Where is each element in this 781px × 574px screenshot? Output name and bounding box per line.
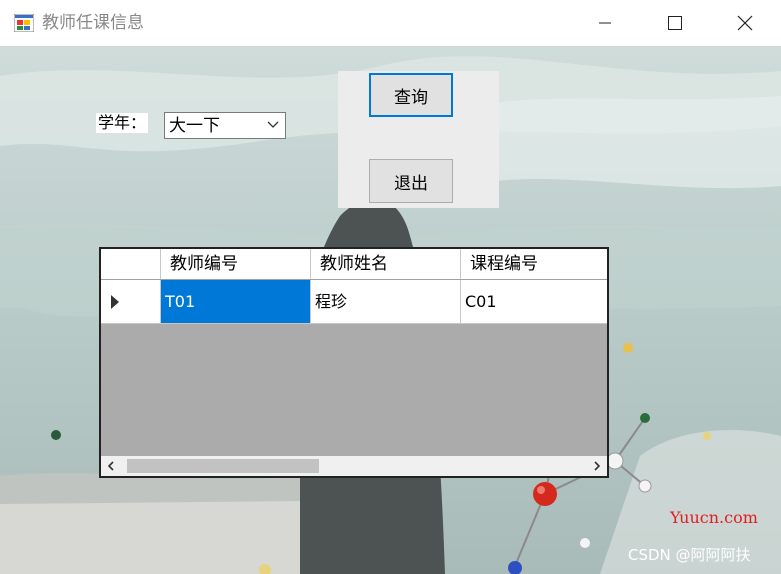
cell-teacher-id[interactable]: T01 <box>161 280 311 324</box>
grid-corner-cell[interactable] <box>101 249 161 279</box>
window-title: 教师任课信息 <box>42 13 144 33</box>
csdn-watermark: CSDN @阿阿阿扶 <box>628 546 751 564</box>
table-row[interactable]: T01 程珍 C01 <box>101 280 607 324</box>
site-watermark: Yuucn.com <box>670 508 758 527</box>
scroll-right-button[interactable] <box>587 456 607 476</box>
chevron-down-icon <box>267 121 279 128</box>
close-button[interactable] <box>710 0 780 46</box>
cell-teacher-name[interactable]: 程珍 <box>311 280 461 324</box>
grid-header: 教师编号 教师姓名 课程编号 <box>101 249 607 280</box>
query-button[interactable]: 查询 <box>369 73 453 117</box>
data-grid[interactable]: 教师编号 教师姓名 课程编号 T01 程珍 C01 <box>99 247 609 478</box>
button-panel: 查询 退出 <box>338 71 499 208</box>
column-header-teacher-id[interactable]: 教师编号 <box>161 249 311 279</box>
main-window: 教师任课信息 学年： 大一下 查询 退出 教师编号 教师姓名 课程编号 T01 … <box>0 0 781 574</box>
maximize-icon <box>668 16 682 30</box>
year-combobox[interactable]: 大一下 <box>164 112 286 139</box>
title-bar[interactable]: 教师任课信息 <box>0 0 781 46</box>
column-header-course-id[interactable]: 课程编号 <box>461 249 607 279</box>
year-combobox-value: 大一下 <box>169 116 220 136</box>
scroll-left-button[interactable] <box>101 456 121 476</box>
column-header-teacher-name[interactable]: 教师姓名 <box>311 249 461 279</box>
current-row-pointer-icon <box>111 295 119 309</box>
maximize-button[interactable] <box>640 0 710 46</box>
chevron-left-icon <box>107 461 114 471</box>
app-window-icon <box>14 14 34 32</box>
cell-course-id[interactable]: C01 <box>461 280 607 324</box>
scrollbar-thumb[interactable] <box>127 459 319 473</box>
row-header[interactable] <box>101 280 161 324</box>
horizontal-scrollbar[interactable] <box>101 456 607 476</box>
year-label: 学年： <box>96 113 149 133</box>
form-client-area: 学年： 大一下 查询 退出 教师编号 教师姓名 课程编号 T01 程珍 C01 … <box>0 46 781 574</box>
close-icon <box>737 15 753 31</box>
minimize-button[interactable] <box>570 0 640 46</box>
exit-button[interactable]: 退出 <box>369 159 453 203</box>
minimize-icon <box>599 22 611 24</box>
chevron-right-icon <box>594 461 601 471</box>
